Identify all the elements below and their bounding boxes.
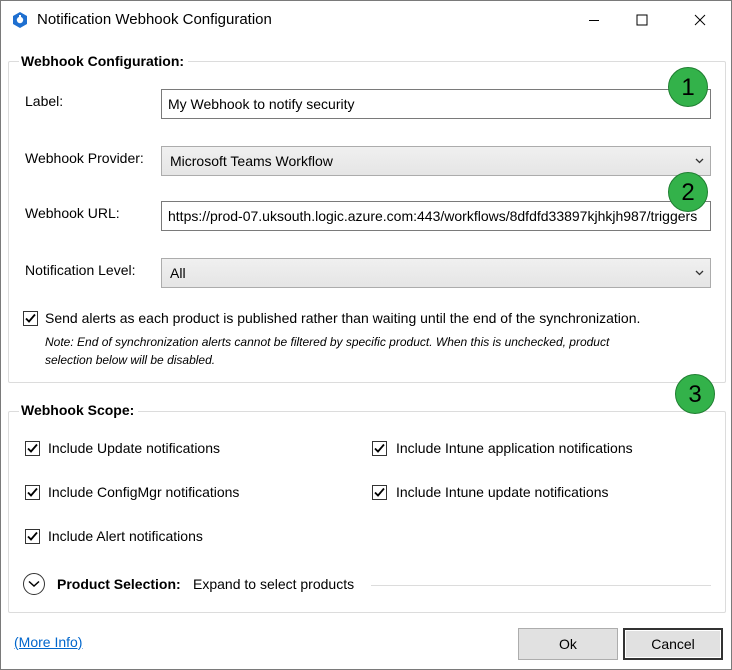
- include-update-checkbox[interactable]: [25, 441, 40, 456]
- title-bar[interactable]: Notification Webhook Configuration: [1, 1, 731, 39]
- provider-selected-value: Microsoft Teams Workflow: [170, 153, 333, 169]
- chevron-down-icon: [695, 158, 704, 164]
- close-window-button[interactable]: [677, 1, 723, 39]
- include-update-label: Include Update notifications: [48, 440, 220, 456]
- checkmark-icon: [374, 443, 385, 453]
- webhook-configuration-header: Webhook Configuration:: [19, 53, 189, 69]
- cancel-button[interactable]: Cancel: [623, 628, 723, 660]
- product-selection-expander[interactable]: [23, 573, 45, 595]
- label-input[interactable]: [161, 89, 711, 119]
- ok-button[interactable]: Ok: [518, 628, 618, 660]
- more-info-link[interactable]: (More Info): [14, 634, 82, 650]
- checkmark-icon: [25, 313, 36, 323]
- dialog-content: Webhook Configuration: Label: Webhook Pr…: [1, 39, 731, 669]
- include-intune-update-checkbox[interactable]: [372, 485, 387, 500]
- product-selection-divider: [371, 585, 711, 586]
- callout-badge-3: 3: [675, 374, 715, 414]
- maximize-button[interactable]: [619, 1, 665, 39]
- provider-field-label: Webhook Provider:: [25, 150, 144, 166]
- level-field-label: Notification Level:: [25, 262, 136, 278]
- send-alerts-checkbox[interactable]: [23, 311, 38, 326]
- maximize-icon: [636, 14, 648, 26]
- checkmark-icon: [27, 487, 38, 497]
- product-selection-label: Product Selection:: [57, 576, 181, 592]
- app-logo-icon: [11, 11, 29, 29]
- send-alerts-label: Send alerts as each product is published…: [45, 310, 641, 326]
- level-selected-value: All: [170, 265, 186, 281]
- url-input[interactable]: [161, 201, 711, 231]
- include-configmgr-checkbox[interactable]: [25, 485, 40, 500]
- dialog-window: Notification Webhook Configuration Webho…: [0, 0, 732, 670]
- send-alerts-note-line2: selection below will be disabled.: [45, 353, 216, 367]
- chevron-down-icon: [28, 580, 40, 588]
- label-field-label: Label:: [25, 93, 64, 109]
- checkmark-icon: [27, 443, 38, 453]
- callout-badge-2: 2: [668, 172, 708, 212]
- webhook-scope-header: Webhook Scope:: [19, 402, 139, 418]
- product-selection-hint: Expand to select products: [193, 576, 355, 592]
- include-intune-update-label: Include Intune update notifications: [396, 484, 609, 500]
- minimize-icon: [589, 20, 599, 21]
- include-alert-checkbox[interactable]: [25, 529, 40, 544]
- minimize-button[interactable]: [571, 1, 617, 39]
- window-title: Notification Webhook Configuration: [37, 11, 272, 28]
- url-field-label: Webhook URL:: [25, 205, 120, 221]
- include-intune-application-checkbox[interactable]: [372, 441, 387, 456]
- close-icon: [694, 14, 706, 26]
- notification-level-select[interactable]: All: [161, 258, 711, 288]
- callout-badge-1: 1: [668, 67, 708, 107]
- include-configmgr-label: Include ConfigMgr notifications: [48, 484, 240, 500]
- chevron-down-icon: [695, 270, 704, 276]
- provider-select[interactable]: Microsoft Teams Workflow: [161, 146, 711, 176]
- send-alerts-note-line1: Note: End of synchronization alerts cann…: [45, 335, 610, 349]
- checkmark-icon: [374, 487, 385, 497]
- include-intune-application-label: Include Intune application notifications: [396, 440, 633, 456]
- checkmark-icon: [27, 531, 38, 541]
- include-alert-label: Include Alert notifications: [48, 528, 203, 544]
